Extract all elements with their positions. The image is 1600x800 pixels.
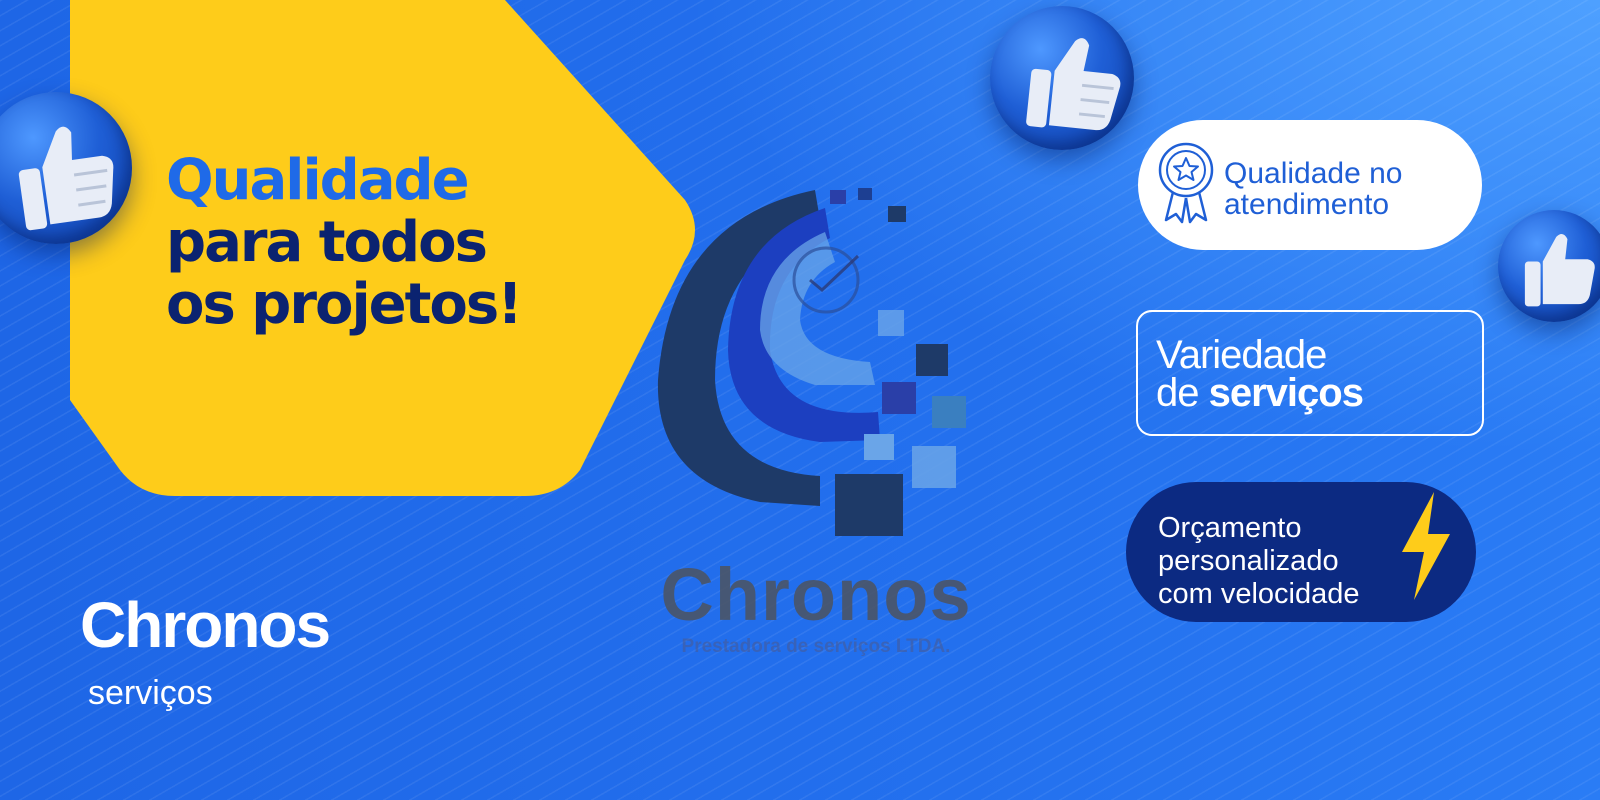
feature-quality-line-1: Qualidade no [1224, 157, 1403, 190]
headline-line-3: os projetos! [166, 272, 523, 337]
thumbs-up-icon [990, 6, 1134, 150]
headline-line-1: Qualidade [166, 148, 470, 213]
headline-line-2: para todos [166, 210, 488, 275]
headline: Qualidade para todos os projetos! [166, 148, 523, 337]
feature-variety-bold: serviços [1208, 371, 1364, 415]
award-ribbon-icon [1158, 142, 1214, 224]
feature-quality-pill: Qualidade no atendimento [1138, 120, 1482, 250]
brand-name: Chronos [80, 589, 331, 661]
feature-budget-line-3: com velocidade [1158, 578, 1360, 610]
feature-budget-text: Orçamento personalizado com velocidade [1158, 512, 1360, 611]
feature-budget-line-2: personalizado [1158, 545, 1339, 577]
logo-tagline: Prestadora de serviços LTDA. [681, 636, 951, 657]
brand-subtitle: serviços [88, 674, 213, 712]
thumbs-up-icon [1498, 210, 1600, 322]
feature-budget-line-1: Orçamento [1158, 512, 1302, 544]
logo-wordmark: Chronos [660, 553, 972, 636]
feature-quality-text: Qualidade no atendimento [1224, 158, 1402, 220]
lightning-bolt-icon [1402, 492, 1450, 600]
feature-variety-prefix: de [1156, 371, 1209, 415]
promo-banner: Qualidade para todos os projetos! Chrono… [0, 0, 1600, 800]
feature-variety-text: Variedade de serviços [1156, 333, 1364, 415]
feature-quality-line-2: atendimento [1224, 188, 1390, 221]
feature-variety-line-2: de serviços [1156, 371, 1364, 415]
feature-budget-pill: Orçamento personalizado com velocidade [1126, 482, 1476, 622]
feature-variety-line-1: Variedade [1156, 333, 1327, 377]
feature-variety-box: Variedade de serviços [1136, 310, 1484, 436]
thumbs-up-icon [0, 92, 132, 244]
